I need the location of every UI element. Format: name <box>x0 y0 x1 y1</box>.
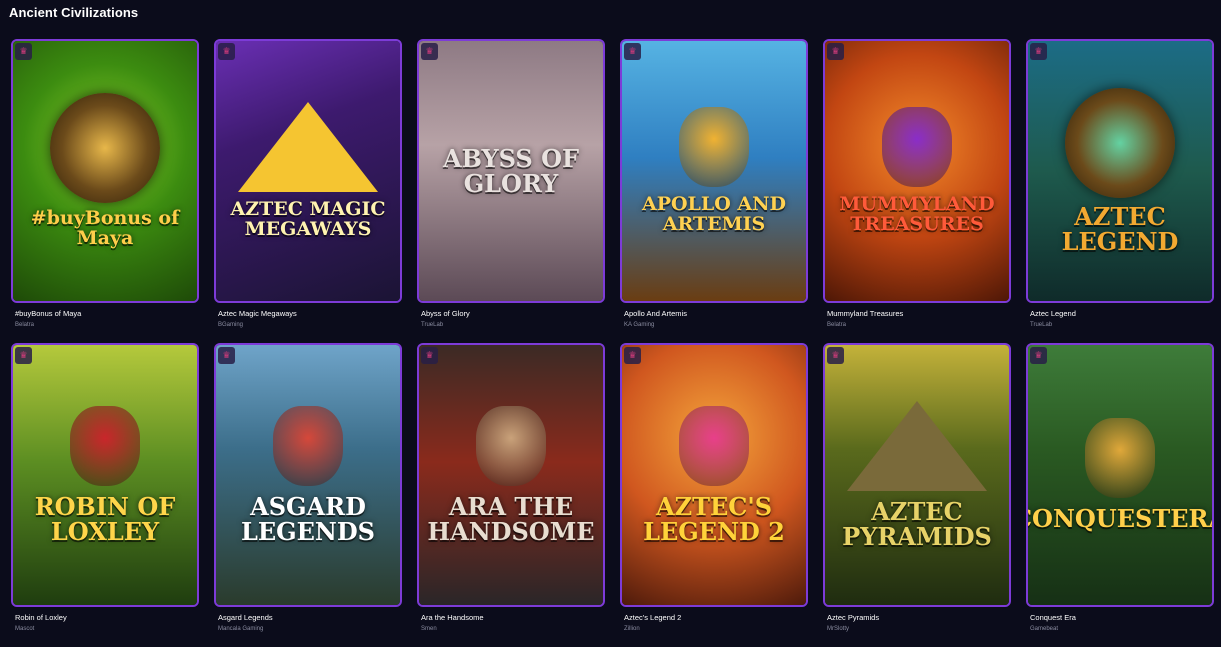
game-artwork: #buyBonus of Maya <box>13 41 197 301</box>
game-name[interactable]: Aztec Pyramids <box>827 613 879 622</box>
game-name[interactable]: Apollo And Artemis <box>624 309 687 318</box>
crown-icon[interactable]: ♛ <box>624 43 641 60</box>
pyramid-icon <box>847 400 987 491</box>
game-name[interactable]: #buyBonus of Maya <box>15 309 81 318</box>
game-logo-text: AZTEC MAGIC MEGAWAYS <box>230 198 386 240</box>
game-artwork: APOLLO AND ARTEMIS <box>622 41 806 301</box>
game-artwork: ABYSS OF GLORY <box>419 41 603 301</box>
crown-icon[interactable]: ♛ <box>218 43 235 60</box>
character-icon <box>476 405 546 486</box>
pyramid-icon <box>238 102 378 193</box>
game-provider: TrueLab <box>421 322 444 328</box>
game-logo-text: MUMMYLAND TREASURES <box>839 193 995 235</box>
game-thumbnail[interactable]: AZTEC MAGIC MEGAWAYS ♛ <box>214 39 402 303</box>
game-provider: Smen <box>421 626 437 632</box>
emblem-icon <box>1065 87 1175 198</box>
game-logo-text: CONQUESTERA <box>1028 504 1212 534</box>
game-name[interactable]: Robin of Loxley <box>15 613 67 622</box>
game-logo-text: AZTEC LEGEND <box>1061 201 1179 256</box>
game-artwork: MUMMYLAND TREASURES <box>825 41 1009 301</box>
game-provider: Belatra <box>15 322 35 328</box>
game-name[interactable]: Mummyland Treasures <box>827 309 903 318</box>
game-card[interactable]: AZTEC MAGIC MEGAWAYS ♛ Aztec Magic Megaway… <box>214 39 402 339</box>
crown-icon[interactable]: ♛ <box>827 347 844 364</box>
game-thumbnail[interactable]: ARA THE HANDSOME ♛ <box>417 343 605 607</box>
game-card[interactable]: AZTEC PYRAMIDS ♛ Aztec Pyramids MrSlotty <box>823 343 1011 643</box>
game-artwork: CONQUESTERA <box>1028 345 1212 605</box>
game-logo-text: #buyBonus of Maya <box>30 207 180 249</box>
character-icon <box>1085 418 1155 499</box>
game-thumbnail[interactable]: ROBIN OF LOXLEY ♛ <box>11 343 199 607</box>
crown-icon[interactable]: ♛ <box>421 43 438 60</box>
game-card[interactable]: CONQUESTERA ♛ Conquest Era Gamebeat <box>1026 343 1214 643</box>
character-icon <box>273 405 343 486</box>
game-name[interactable]: Asgard Legends <box>218 613 273 622</box>
game-card[interactable]: ASGARD LEGENDS ♛ Asgard Legends Mancala Gam… <box>214 343 402 643</box>
crown-icon[interactable]: ♛ <box>1030 43 1047 60</box>
crown-icon[interactable]: ♛ <box>421 347 438 364</box>
section-title: Ancient Civilizations <box>9 5 139 20</box>
game-artwork: ASGARD LEGENDS <box>216 345 400 605</box>
game-logo-text: APOLLO AND ARTEMIS <box>641 193 787 235</box>
crown-icon[interactable]: ♛ <box>15 347 32 364</box>
character-icon <box>70 405 140 486</box>
character-icon <box>679 107 749 188</box>
game-card[interactable]: ARA THE HANDSOME ♛ Ara the Handsome Smen <box>417 343 605 643</box>
game-artwork: AZTEC MAGIC MEGAWAYS <box>216 41 400 301</box>
game-name[interactable]: Ara the Handsome <box>421 613 484 622</box>
game-card[interactable]: #buyBonus of Maya ♛ #buyBonus of Maya Belat… <box>11 39 199 339</box>
crown-icon[interactable]: ♛ <box>15 43 32 60</box>
game-thumbnail[interactable]: AZTEC PYRAMIDS ♛ <box>823 343 1011 607</box>
game-logo-text: ABYSS OF GLORY <box>442 143 580 198</box>
game-artwork: ARA THE HANDSOME <box>419 345 603 605</box>
game-logo-text: AZTEC'S LEGEND 2 <box>643 491 785 546</box>
game-provider: TrueLab <box>1030 322 1053 328</box>
character-icon <box>679 405 749 486</box>
game-thumbnail[interactable]: ASGARD LEGENDS ♛ <box>214 343 402 607</box>
game-provider: MrSlotty <box>827 626 850 632</box>
game-thumbnail[interactable]: APOLLO AND ARTEMIS ♛ <box>620 39 808 303</box>
game-card[interactable]: AZTEC LEGEND ♛ Aztec Legend TrueLab <box>1026 39 1214 339</box>
game-artwork: AZTEC'S LEGEND 2 <box>622 345 806 605</box>
game-artwork: AZTEC PYRAMIDS <box>825 345 1009 605</box>
emblem-icon <box>50 93 160 204</box>
game-thumbnail[interactable]: CONQUESTERA ♛ <box>1026 343 1214 607</box>
game-logo-text: AZTEC PYRAMIDS <box>842 496 992 551</box>
game-thumbnail[interactable]: AZTEC LEGEND ♛ <box>1026 39 1214 303</box>
crown-icon[interactable]: ♛ <box>218 347 235 364</box>
game-thumbnail[interactable]: MUMMYLAND TREASURES ♛ <box>823 39 1011 303</box>
games-grid: #buyBonus of Maya ♛ #buyBonus of Maya Belat… <box>11 39 1214 647</box>
crown-icon[interactable]: ♛ <box>827 43 844 60</box>
game-card[interactable]: MUMMYLAND TREASURES ♛ Mummyland Treasures B… <box>823 39 1011 339</box>
game-provider: BGaming <box>218 322 244 328</box>
game-thumbnail[interactable]: AZTEC'S LEGEND 2 ♛ <box>620 343 808 607</box>
game-card[interactable]: AZTEC'S LEGEND 2 ♛ Aztec's Legend 2 Zillion <box>620 343 808 643</box>
game-name[interactable]: Aztec Legend <box>1030 309 1076 318</box>
game-logo-text: ASGARD LEGENDS <box>240 491 376 546</box>
game-name[interactable]: Conquest Era <box>1030 613 1076 622</box>
game-name[interactable]: Aztec Magic Megaways <box>218 309 297 318</box>
crown-icon[interactable]: ♛ <box>624 347 641 364</box>
game-thumbnail[interactable]: ABYSS OF GLORY ♛ <box>417 39 605 303</box>
game-logo-text: ROBIN OF LOXLEY <box>34 491 176 546</box>
game-provider: Gamebeat <box>1030 626 1059 632</box>
game-artwork: AZTEC LEGEND <box>1028 41 1212 301</box>
game-provider: KA Gaming <box>624 322 655 328</box>
game-card[interactable]: ABYSS OF GLORY ♛ Abyss of Glory TrueLab <box>417 39 605 339</box>
game-provider: Mancala Gaming <box>218 626 264 632</box>
game-thumbnail[interactable]: #buyBonus of Maya ♛ <box>11 39 199 303</box>
game-card[interactable]: APOLLO AND ARTEMIS ♛ Apollo And Artemis KA … <box>620 39 808 339</box>
game-card[interactable]: ROBIN OF LOXLEY ♛ Robin of Loxley Mascot <box>11 343 199 643</box>
crown-icon[interactable]: ♛ <box>1030 347 1047 364</box>
game-provider: Belatra <box>827 322 847 328</box>
game-name[interactable]: Aztec's Legend 2 <box>624 613 681 622</box>
game-provider: Zillion <box>624 626 640 632</box>
character-icon <box>882 107 952 188</box>
game-artwork: ROBIN OF LOXLEY <box>13 345 197 605</box>
game-logo-text: ARA THE HANDSOME <box>427 491 595 546</box>
game-name[interactable]: Abyss of Glory <box>421 309 470 318</box>
game-provider: Mascot <box>15 626 35 632</box>
